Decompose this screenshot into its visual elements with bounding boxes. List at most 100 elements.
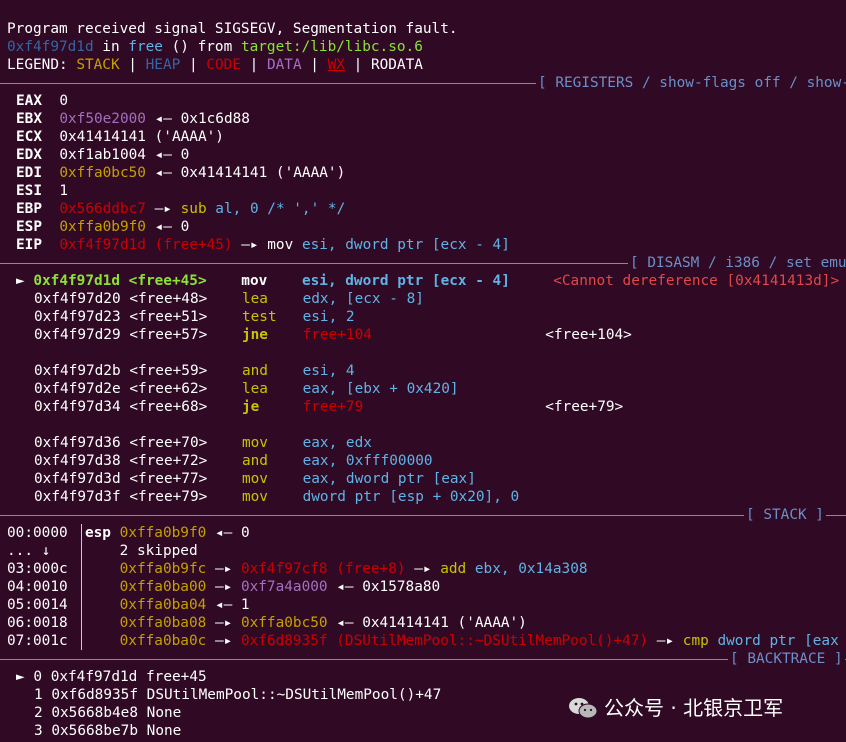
register-name: EDI	[16, 165, 42, 181]
frame-function: free	[128, 39, 163, 55]
backtrace-address: 0xf4f97d1d	[50, 669, 138, 685]
disasm-operands: eax, 0xfff00000	[302, 453, 433, 469]
registers-section-title: [ REGISTERS / show-flags off / show-comp…	[536, 74, 846, 92]
legend-code: CODE	[206, 57, 241, 73]
backtrace-row[interactable]: 1 0xf6d8935f DSUtilMemPool::~DSUtilMemPo…	[34, 686, 441, 704]
stack-row[interactable]: 00:0000 esp 0xffa0b9f0 ◂— 0	[7, 524, 250, 542]
legend-wx: WX	[327, 57, 345, 73]
register-deref: ◂— 0x1c6d88	[145, 111, 250, 127]
stack-deref: ◂— 1	[206, 597, 250, 613]
disasm-symbol: <free+45>	[128, 273, 207, 289]
disasm-symbol: <free+51>	[129, 309, 208, 325]
legend-pipe: |	[240, 57, 267, 73]
disasm-line[interactable]: 0xf4f97d36 <free+70> mov eax, edx	[34, 434, 372, 452]
legend-heap: HEAP	[145, 57, 181, 73]
disasm-mnemonic: lea	[241, 381, 268, 397]
disasm-mnemonic: je	[241, 399, 260, 415]
stack-offset: 07:001c	[7, 633, 68, 649]
backtrace-row[interactable]: ► 0 0xf4f97d1d free+45	[16, 668, 207, 686]
register-operands: al, 0 /* ',' */	[215, 201, 346, 217]
backtrace-symbol: None	[146, 705, 182, 721]
legend-data: DATA	[266, 57, 302, 73]
stack-row[interactable]: 03:000c 0xffa0b9fc —▸ 0xf4f97cf8 (free+8…	[7, 560, 588, 578]
register-value: 0xf1ab1004	[59, 147, 146, 163]
register-value: 0xf50e2000	[59, 111, 146, 127]
disasm-line[interactable]: 0xf4f97d2b <free+59> and esi, 4	[34, 362, 355, 380]
disasm-address: 0xf4f97d3d	[34, 471, 121, 487]
stack-instr: add	[440, 561, 467, 577]
register-ecx: ECX 0x41414141 ('AAAA')	[16, 128, 224, 146]
stack-row[interactable]: 04:0010 0xffa0ba00 —▸ 0xf7a4a000 ◂— 0x15…	[7, 578, 440, 596]
backtrace-index: 0	[33, 669, 43, 685]
pointer-arrow: —▸	[206, 579, 241, 595]
disasm-line[interactable]: 0xf4f97d3f <free+79> mov dword ptr [esp …	[34, 488, 519, 506]
disasm-line[interactable]: 0xf4f97d3d <free+77> mov eax, dword ptr …	[34, 470, 476, 488]
watermark-text: 公众号 · 北银京卫军	[604, 696, 784, 720]
disasm-line[interactable]: 0xf4f97d2e <free+62> lea eax, [ebx + 0x4…	[34, 380, 459, 398]
stack-address: 0xffa0ba04	[119, 597, 207, 613]
stack-offset: 06:0018	[7, 615, 68, 631]
stack-offset: ... ↓	[7, 543, 51, 559]
disasm-operands: free+104	[302, 327, 372, 343]
backtrace-symbol: free+45	[146, 669, 207, 685]
disasm-symbol: <free+68>	[129, 399, 208, 415]
register-ebx: EBX 0xf50e2000 ◂— 0x1c6d88	[16, 110, 250, 128]
stack-deref: ◂— 0	[206, 525, 250, 541]
backtrace-index: 1	[34, 687, 43, 703]
terminal-window[interactable]: Program received signal SIGSEGV, Segment…	[0, 0, 846, 742]
stack-address: 0xffa0b9fc	[119, 561, 207, 577]
stack-pointer: 0xffa0bc50	[240, 615, 328, 631]
separator-rule	[0, 659, 846, 660]
backtrace-symbol: DSUtilMemPool::~DSUtilMemPool()+47	[146, 687, 442, 703]
stack-row[interactable]: 07:001c 0xffa0ba0c —▸ 0xf6d8935f (DSUtil…	[7, 632, 846, 650]
register-name: EIP	[16, 237, 42, 253]
pointer-arrow: —▸	[145, 201, 181, 217]
backtrace-address: 0x5668be7b	[51, 723, 138, 739]
stack-offset: 04:0010	[7, 579, 68, 595]
legend-pipe: |	[344, 57, 371, 73]
disasm-line[interactable]: 0xf4f97d23 <free+51> test esi, 2	[34, 308, 355, 326]
disasm-symbol: <free+57>	[129, 327, 208, 343]
stack-skipped: 2 skipped	[119, 543, 198, 559]
stack-address: 0xffa0b9f0	[119, 525, 207, 541]
register-ebp: EBP 0x566ddbc7 —▸ sub al, 0 /* ',' */	[16, 200, 345, 218]
disasm-line[interactable]: 0xf4f97d38 <free+72> and eax, 0xfff00000	[34, 452, 433, 470]
backtrace-row[interactable]: 3 0x5668be7b None	[34, 722, 181, 740]
register-value: 0xf4f97d1d (free+45)	[59, 237, 233, 253]
disasm-symbol: <free+48>	[129, 291, 208, 307]
stack-address: 0xffa0ba00	[119, 579, 207, 595]
stack-deref: ◂— 0x41414141 ('AAAA')	[327, 615, 527, 631]
disasm-mnemonic: mov	[241, 489, 268, 505]
registers-separator: [ REGISTERS / show-flags off / show-comp…	[0, 74, 846, 92]
backtrace-address: 0xf6d8935f	[51, 687, 138, 703]
legend-line: LEGEND: STACK | HEAP | CODE | DATA | WX …	[7, 56, 423, 74]
register-name: EAX	[16, 93, 42, 109]
separator-rule	[0, 515, 846, 516]
register-edi: EDI 0xffa0bc50 ◂— 0x41414141 ('AAAA')	[16, 164, 345, 182]
stack-deref: ◂— 0x1578a80	[327, 579, 441, 595]
stack-row[interactable]: ... ↓ 2 skipped	[7, 542, 198, 560]
register-value: 0xffa0b9f0	[59, 219, 146, 235]
disasm-note: <free+104>	[545, 327, 632, 343]
stack-row[interactable]: 05:0014 0xffa0ba04 ◂— 1	[7, 596, 250, 614]
disasm-line[interactable]: 0xf4f97d20 <free+48> lea edx, [ecx - 8]	[34, 290, 424, 308]
disasm-operands: esi, dword ptr [ecx - 4]	[301, 273, 510, 289]
register-name: ECX	[16, 129, 42, 145]
disasm-line[interactable]: 0xf4f97d29 <free+57> jne free+104 <free+…	[34, 326, 632, 344]
stack-pointer: 0xf6d8935f (DSUtilMemPool::~DSUtilMemPoo…	[240, 633, 649, 649]
disasm-mnemonic: lea	[241, 291, 268, 307]
stack-operands: ebx, 0x14a308	[474, 561, 588, 577]
pointer-arrow: —▸	[405, 561, 441, 577]
disasm-note: <Cannot dereference [0x4141413d]>	[553, 273, 840, 289]
disasm-current-line[interactable]: ► 0xf4f97d1d <free+45> mov esi, dword pt…	[16, 272, 839, 290]
backtrace-row[interactable]: 2 0x5668b4e8 None	[34, 704, 181, 722]
disasm-operands: eax, edx	[302, 435, 372, 451]
disasm-note: <free+79>	[545, 399, 624, 415]
stack-row[interactable]: 06:0018 0xffa0ba08 —▸ 0xffa0bc50 ◂— 0x41…	[7, 614, 527, 632]
disasm-line[interactable]: 0xf4f97d34 <free+68> je free+79 <free+79…	[34, 398, 623, 416]
register-edx: EDX 0xf1ab1004 ◂— 0	[16, 146, 189, 164]
signal-line: Program received signal SIGSEGV, Segment…	[7, 21, 458, 37]
stack-register: esp	[84, 525, 111, 541]
disasm-symbol: <free+62>	[129, 381, 208, 397]
stack-separator: [ STACK ]	[0, 506, 846, 524]
